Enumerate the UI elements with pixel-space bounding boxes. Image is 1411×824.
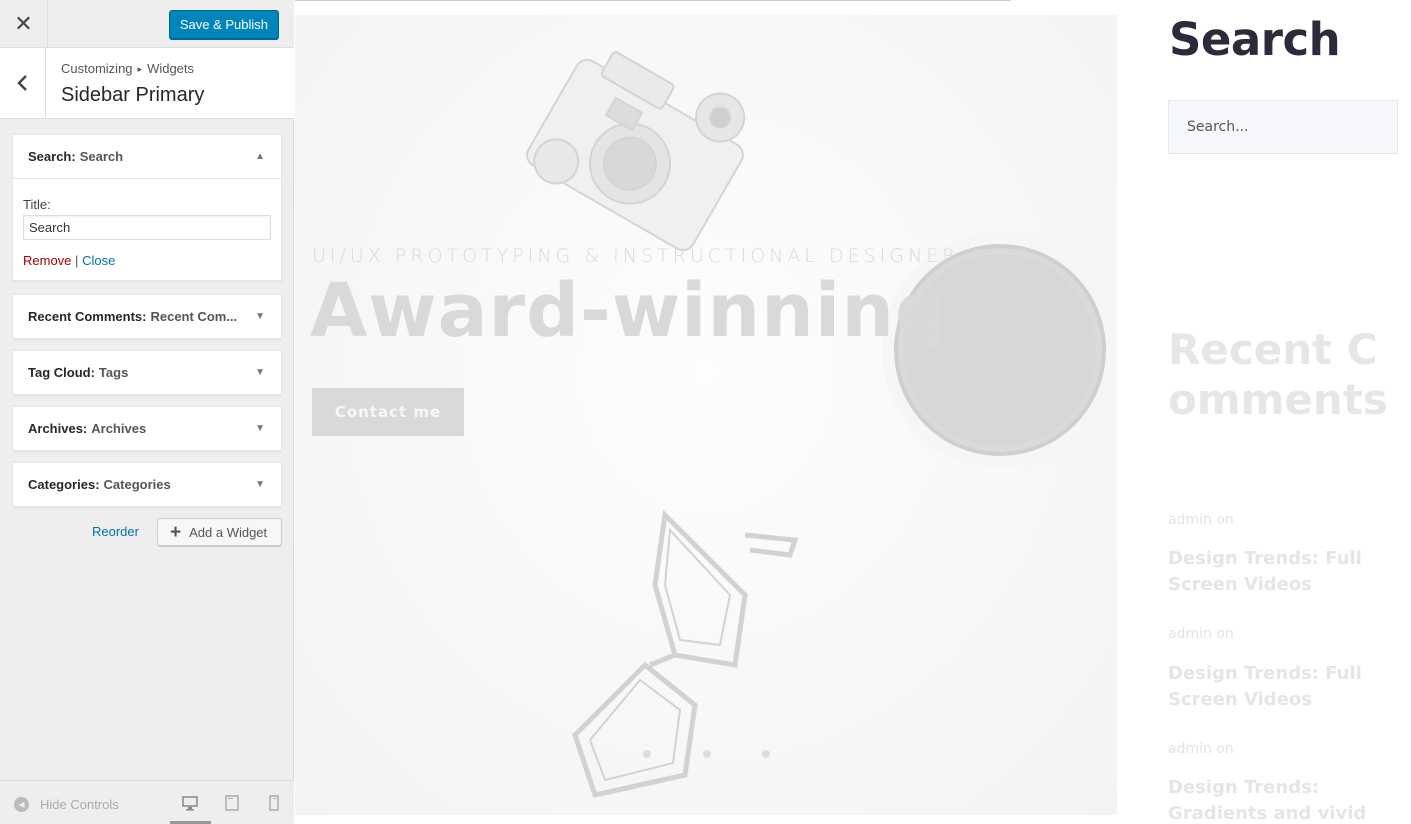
hide-controls-button[interactable]: ◀ Hide Controls [14, 797, 119, 812]
comment-author: admin on [1168, 512, 1234, 528]
title-label: Title: [23, 197, 51, 212]
widget-tag-cloud-header[interactable]: Tag Cloud: Tags ▼ [13, 351, 281, 394]
widget-title: Search [79, 149, 124, 164]
sidebar-search-input[interactable]: Search... [1168, 100, 1398, 154]
collapse-arrow-icon[interactable]: ▲ [255, 151, 265, 162]
expand-arrow-icon[interactable]: ▼ [255, 367, 265, 378]
widget-type: Tag Cloud: [28, 365, 95, 380]
title-input[interactable] [23, 215, 271, 240]
section-header: Customizing ▸ Widgets Sidebar Primary [0, 48, 294, 119]
expand-arrow-icon[interactable]: ▼ [255, 479, 265, 490]
breadcrumb: Customizing ▸ Widgets [61, 61, 194, 76]
customizer-footer: ◀ Hide Controls [0, 780, 294, 824]
widget-recent-comments-header[interactable]: Recent Comments: Recent Com... ▼ [13, 295, 281, 338]
desktop-preview-icon[interactable] [182, 795, 198, 811]
mobile-preview-icon[interactable] [266, 795, 282, 811]
widget-type: Categories: [28, 477, 100, 492]
hero-subtitle: UI/UX PROTOTYPING & INSTRUCTIONAL DESIGN… [312, 245, 960, 267]
save-publish-button[interactable]: Save & Publish [168, 10, 279, 39]
sidebar-search-title: Search [1169, 13, 1341, 66]
slider-dot[interactable] [643, 750, 651, 758]
widget-title: Recent Com... [150, 309, 238, 324]
hide-controls-label: Hide Controls [40, 797, 119, 812]
widget-type: Archives: [28, 421, 88, 436]
widget-recent-comments[interactable]: Recent Comments: Recent Com... ▼ [12, 294, 282, 339]
tablet-preview-icon[interactable] [224, 795, 240, 811]
close-icon: ✕ [14, 11, 33, 36]
comment-post-link[interactable]: Design Trends: Gradients and vivid colou… [1168, 775, 1403, 824]
widget-archives[interactable]: Archives: Archives ▼ [12, 406, 282, 451]
widget-title: Tags [98, 365, 129, 380]
plus-icon: + [170, 521, 182, 543]
reorder-link[interactable]: Reorder [92, 524, 139, 539]
widget-title: Archives [91, 421, 147, 436]
section-title: Sidebar Primary [61, 84, 205, 106]
widget-categories[interactable]: Categories: Categories ▼ [12, 462, 282, 507]
back-button[interactable] [0, 48, 46, 118]
add-widget-button[interactable]: + Add a Widget [157, 518, 282, 546]
breadcrumb-leaf: Widgets [147, 61, 195, 76]
widget-title: Categories [103, 477, 171, 492]
widget-tag-cloud[interactable]: Tag Cloud: Tags ▼ [12, 350, 282, 395]
eyeglasses-image [572, 509, 799, 798]
expand-arrow-icon[interactable]: ▼ [255, 311, 265, 322]
widget-type: Search: [28, 149, 76, 164]
remove-link[interactable]: Remove [23, 253, 71, 268]
widget-search: Search:Search ▲ Title: Remove | Close [12, 134, 282, 281]
widget-archives-header[interactable]: Archives: Archives ▼ [13, 407, 281, 450]
widget-type: Recent Comments: [28, 309, 147, 324]
widget-search-header[interactable]: Search: Search ▲ [13, 135, 281, 178]
action-separator: | [75, 253, 79, 268]
slider-dot[interactable] [762, 750, 770, 758]
widget-categories-header[interactable]: Categories: Categories ▼ [13, 463, 281, 506]
widget-control-actions: Remove | Close [23, 253, 271, 268]
customizer-header: ✕ Save & Publish [0, 0, 294, 48]
breadcrumb-root: Customizing [61, 61, 133, 76]
close-link[interactable]: Close [82, 253, 115, 268]
slider-dot[interactable] [703, 750, 711, 758]
chevron-left-icon [16, 75, 27, 91]
comment-post-link[interactable]: Design Trends: Full Screen Videos [1168, 661, 1403, 713]
close-customizer-button[interactable]: ✕ [0, 0, 48, 48]
add-widget-label: Add a Widget [189, 524, 268, 540]
comment-author: admin on [1168, 626, 1234, 642]
preview-top-border [295, 0, 1011, 1]
contact-me-button[interactable]: Contact me [312, 388, 464, 436]
customizer-sidebar: ✕ Save & Publish Customizing ▸ Widgets Sid… [0, 0, 294, 824]
widget-search-form: Title: Remove | Close [13, 178, 281, 280]
comment-post-link[interactable]: Design Trends: Full Screen Videos [1168, 546, 1403, 598]
comment-author: admin on [1168, 741, 1234, 757]
expand-arrow-icon[interactable]: ▼ [255, 423, 265, 434]
hero-section: UI/UX PROTOTYPING & INSTRUCTIONAL DESIGN… [295, 15, 1117, 815]
recent-comments-title: Recent Comments [1168, 325, 1388, 424]
breadcrumb-separator-icon: ▸ [137, 64, 143, 74]
collapse-icon: ◀ [14, 797, 29, 812]
site-preview: UI/UX PROTOTYPING & INSTRUCTIONAL DESIGN… [295, 0, 1411, 824]
hero-title: Award-winning [310, 268, 949, 354]
